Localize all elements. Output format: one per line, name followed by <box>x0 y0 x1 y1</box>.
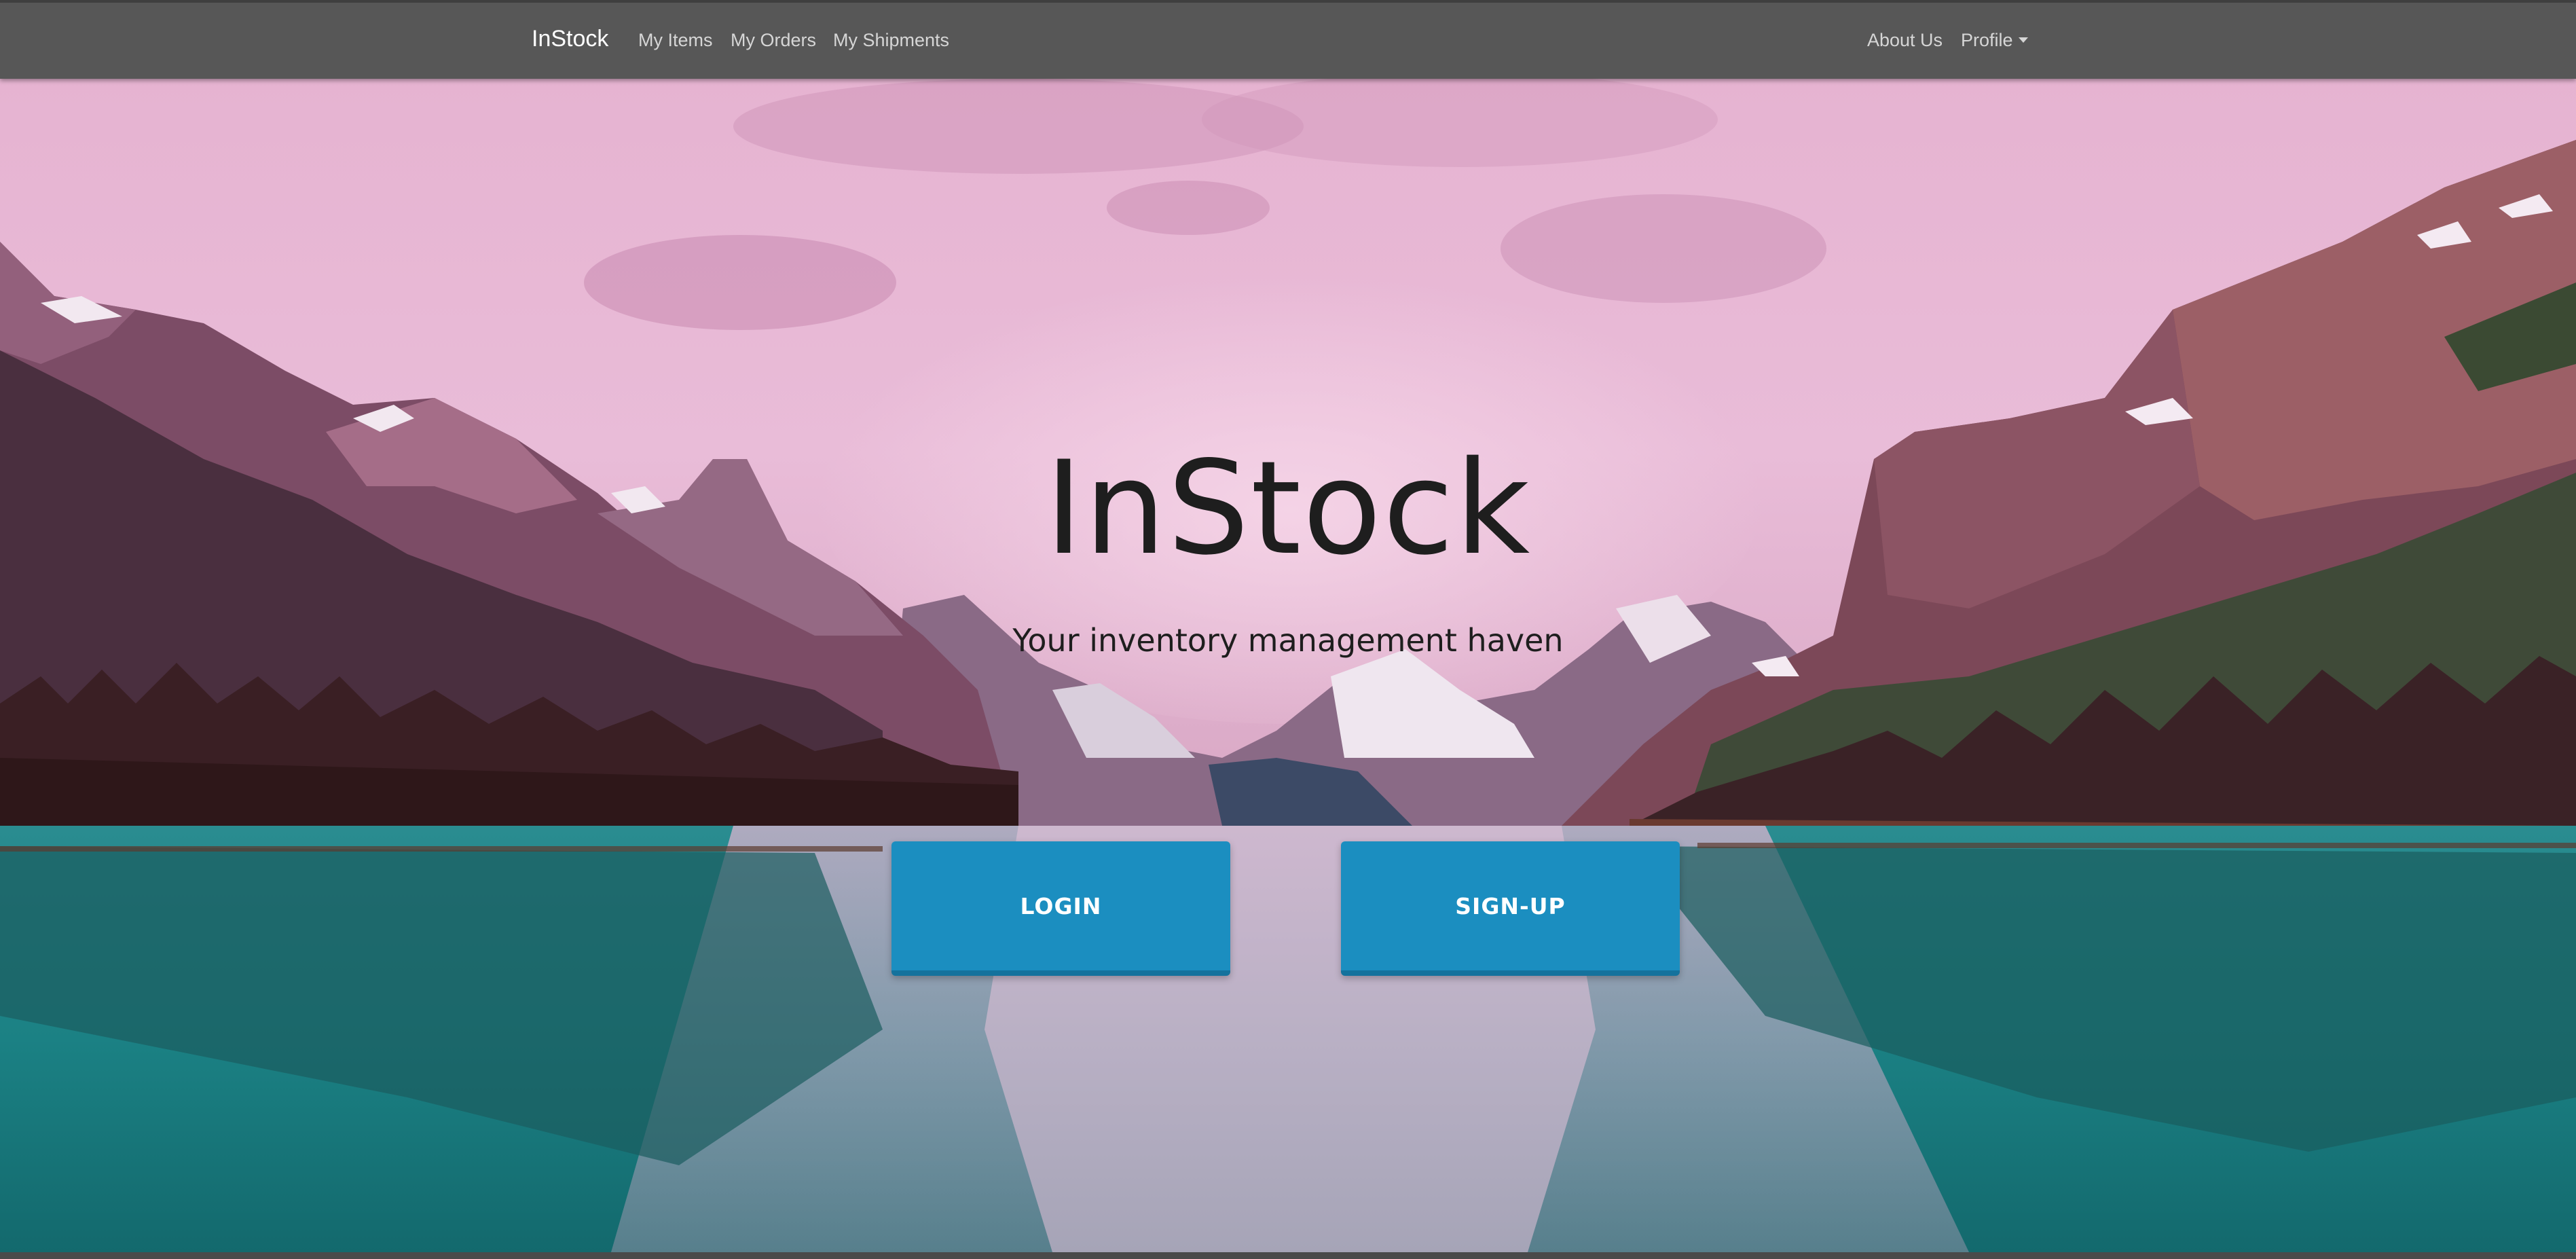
brand-link[interactable]: InStock <box>532 26 608 52</box>
hero-title: InStock <box>1044 433 1532 583</box>
profile-dropdown[interactable]: Profile <box>1961 30 2028 51</box>
nav-link-my-shipments[interactable]: My Shipments <box>833 30 949 51</box>
mountain-lake-background <box>0 79 2576 1252</box>
nav-link-my-items[interactable]: My Items <box>638 30 713 51</box>
caret-down-icon <box>2018 37 2028 43</box>
nav-link-about-us[interactable]: About Us <box>1867 30 1943 51</box>
hero-subtitle: Your inventory management haven <box>1012 622 1564 659</box>
bottom-border <box>0 1252 2576 1259</box>
hero-section: InStock Your inventory management haven … <box>0 79 2576 1252</box>
login-button[interactable]: LOGIN <box>891 841 1230 976</box>
signup-button[interactable]: SIGN-UP <box>1341 841 1680 976</box>
top-navbar: InStock My Items My Orders My Shipments … <box>0 0 2576 79</box>
profile-label: Profile <box>1961 30 2013 50</box>
nav-link-my-orders[interactable]: My Orders <box>731 30 816 51</box>
